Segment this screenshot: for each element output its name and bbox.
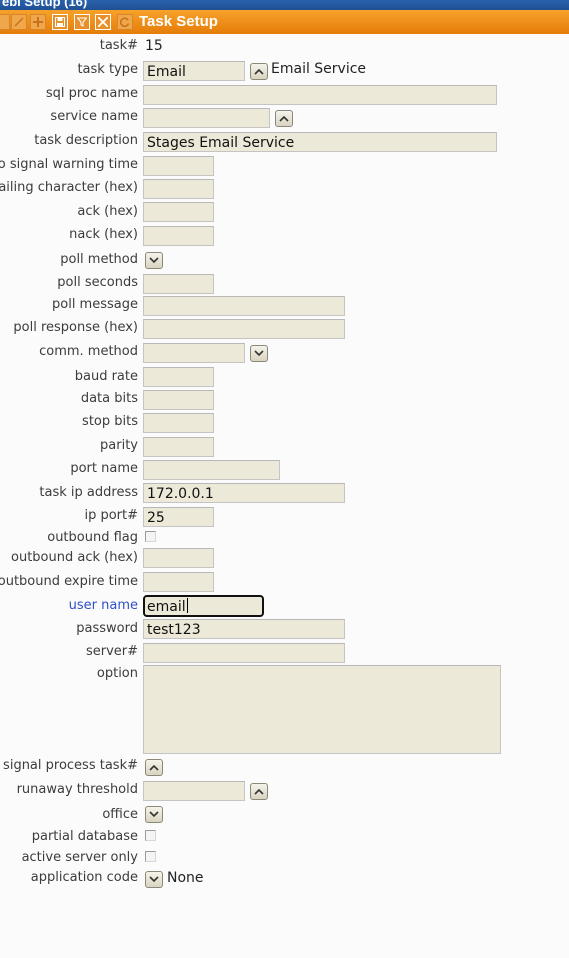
chevron-down-icon xyxy=(254,350,264,357)
task-ip-address-field[interactable]: 172.0.0.1 xyxy=(143,483,345,503)
runaway-threshold-lookup-button[interactable] xyxy=(250,783,268,800)
chevron-up-icon xyxy=(254,788,264,795)
poll-method-label: poll method xyxy=(60,252,138,267)
service-name-lookup-button[interactable] xyxy=(275,110,293,127)
delete-icon[interactable] xyxy=(95,14,111,30)
outbound-expire-time-field[interactable] xyxy=(143,572,214,592)
nack-field[interactable] xyxy=(143,226,214,246)
application-code-label: application code xyxy=(30,870,138,885)
poll-message-field[interactable] xyxy=(143,296,345,316)
task-number-value: 15 xyxy=(145,38,163,54)
port-name-field[interactable] xyxy=(143,460,280,480)
application-code-value: None xyxy=(167,870,204,886)
filter-icon[interactable] xyxy=(74,14,90,30)
port-name-label: port name xyxy=(70,461,138,476)
task-type-field[interactable]: Email xyxy=(143,61,245,81)
signal-process-task-label: no signal process task# xyxy=(0,758,138,773)
chevron-down-icon xyxy=(149,876,159,883)
toolbar: Task Setup xyxy=(0,10,569,34)
ip-port-label: ip port# xyxy=(84,508,138,523)
service-name-label: service name xyxy=(50,109,138,124)
trailing-character-label: trailing character (hex) xyxy=(0,180,138,195)
parity-field[interactable] xyxy=(143,437,214,457)
ip-port-field[interactable]: 25 xyxy=(143,507,214,527)
server-number-label: server# xyxy=(85,644,138,659)
comm-method-label: comm. method xyxy=(39,344,138,359)
user-name-label: user name xyxy=(68,598,138,613)
ack-label: ack (hex) xyxy=(77,204,138,219)
signal-process-task-lookup-button[interactable] xyxy=(145,759,163,776)
chevron-down-icon xyxy=(149,811,159,818)
outbound-flag-checkbox[interactable] xyxy=(145,531,156,542)
stop-bits-field[interactable] xyxy=(143,413,214,433)
office-dropdown[interactable] xyxy=(145,806,163,823)
task-type-description: Email Service xyxy=(271,61,367,77)
active-server-only-checkbox[interactable] xyxy=(145,851,156,862)
outbound-flag-label: outbound flag xyxy=(47,530,138,545)
chevron-up-icon xyxy=(279,115,289,122)
ack-field[interactable] xyxy=(143,202,214,222)
task-description-label: task description xyxy=(34,133,138,148)
save-icon[interactable] xyxy=(52,14,68,30)
data-bits-label: data bits xyxy=(80,391,138,406)
chevron-down-icon xyxy=(149,257,159,264)
list-icon[interactable] xyxy=(0,14,10,30)
outbound-expire-time-label: outbound expire time xyxy=(0,574,138,589)
task-type-label: task type xyxy=(77,62,138,77)
data-bits-field[interactable] xyxy=(143,390,214,410)
task-number-label: task# xyxy=(99,38,138,53)
add-icon[interactable] xyxy=(30,14,46,30)
application-code-dropdown[interactable] xyxy=(145,871,163,888)
service-name-field[interactable] xyxy=(143,108,270,128)
outbound-ack-label: outbound ack (hex) xyxy=(11,550,138,565)
poll-method-dropdown[interactable] xyxy=(145,252,163,269)
sql-proc-name-field[interactable] xyxy=(143,85,497,105)
poll-seconds-field[interactable] xyxy=(143,274,214,294)
window-title: ebi Setup (16) xyxy=(2,0,88,9)
trailing-character-field[interactable] xyxy=(143,179,214,199)
chevron-up-icon xyxy=(149,764,159,771)
task-type-lookup-button[interactable] xyxy=(250,63,268,80)
refresh-icon[interactable] xyxy=(117,14,133,30)
partial-database-label: partial database xyxy=(31,829,138,844)
option-label: option xyxy=(96,666,138,681)
chevron-up-icon xyxy=(254,68,264,75)
poll-message-label: poll message xyxy=(52,297,138,312)
parity-label: parity xyxy=(100,438,138,453)
poll-response-label: poll response (hex) xyxy=(13,320,138,335)
stop-bits-label: stop bits xyxy=(82,414,138,429)
sql-proc-name-label: sql proc name xyxy=(45,86,138,101)
edit-icon[interactable] xyxy=(11,14,27,30)
office-label: office xyxy=(102,807,138,822)
user-name-field[interactable]: email xyxy=(143,595,264,617)
password-label: password xyxy=(76,621,138,636)
password-field[interactable]: test123 xyxy=(143,619,345,639)
no-signal-warning-time-label: no signal warning time xyxy=(0,157,138,172)
partial-database-checkbox[interactable] xyxy=(145,830,156,841)
poll-seconds-label: poll seconds xyxy=(57,275,138,290)
baud-rate-label: baud rate xyxy=(74,369,138,384)
baud-rate-field[interactable] xyxy=(143,367,214,387)
runaway-threshold-field[interactable] xyxy=(143,781,245,801)
window-title-bar: ebi Setup (16) xyxy=(0,0,569,10)
nack-label: nack (hex) xyxy=(69,227,138,242)
runaway-threshold-label: runaway threshold xyxy=(16,782,138,797)
active-server-only-label: active server only xyxy=(21,850,138,865)
comm-method-field[interactable] xyxy=(143,343,245,363)
no-signal-warning-time-field[interactable] xyxy=(143,156,214,176)
outbound-ack-field[interactable] xyxy=(143,548,214,568)
form-title: Task Setup xyxy=(139,13,218,30)
task-description-field[interactable]: Stages Email Service xyxy=(143,132,497,152)
server-number-field[interactable] xyxy=(143,643,345,663)
option-textarea[interactable] xyxy=(143,665,501,754)
poll-response-field[interactable] xyxy=(143,319,345,339)
task-ip-address-label: task ip address xyxy=(39,485,138,500)
comm-method-dropdown[interactable] xyxy=(250,345,268,362)
